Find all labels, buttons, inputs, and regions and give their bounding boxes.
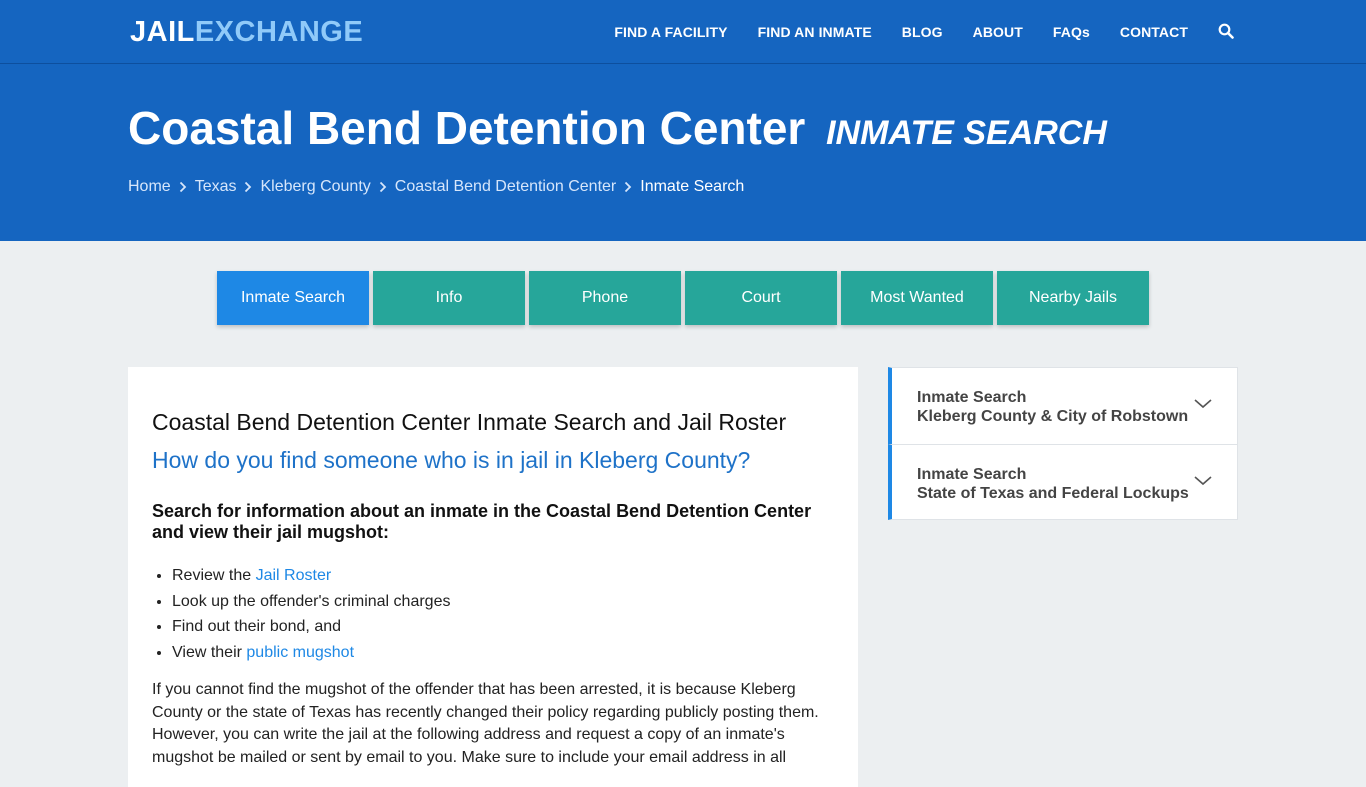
section-tabs: Inmate Search Info Phone Court Most Want… (217, 271, 1153, 325)
sidebar-item-kleberg[interactable]: Inmate Search Kleberg County & City of R… (888, 367, 1238, 444)
content-paragraph: If you cannot find the mugshot of the of… (152, 681, 819, 766)
nav-find-facility[interactable]: FIND A FACILITY (614, 24, 727, 40)
list-item: Find out their bond, and (172, 614, 834, 640)
list-item: View their public mugshot (172, 640, 834, 666)
logo-jail: JAIL (130, 16, 195, 48)
sidebar-item-texas-federal[interactable]: Inmate Search State of Texas and Federal… (888, 444, 1238, 520)
nav-contact[interactable]: CONTACT (1120, 24, 1188, 40)
page-hero: Coastal Bend Detention Center INMATE SEA… (0, 64, 1366, 241)
list-item: Review the Jail Roster (172, 563, 834, 589)
site-logo[interactable]: JAILEXCHANGE (130, 15, 363, 49)
main-nav: FIND A FACILITY FIND AN INMATE BLOG ABOU… (584, 0, 1236, 64)
chevron-right-icon (371, 179, 395, 195)
chevron-down-icon (1193, 397, 1213, 411)
top-navbar: JAILEXCHANGE FIND A FACILITY FIND AN INM… (0, 0, 1366, 64)
breadcrumb-home[interactable]: Home (128, 178, 171, 196)
public-mugshot-link[interactable]: public mugshot (246, 644, 354, 661)
content-subheading: Search for information about an inmate i… (152, 501, 812, 542)
nav-find-inmate[interactable]: FIND AN INMATE (758, 24, 872, 40)
sidebar-accordion: Inmate Search Kleberg County & City of R… (888, 367, 1238, 520)
breadcrumb-facility[interactable]: Coastal Bend Detention Center (395, 178, 616, 196)
list-item: Look up the offender's criminal charges (172, 589, 834, 615)
sidebar-item-subtitle: Kleberg County & City of Robstown (917, 408, 1189, 425)
breadcrumb-county[interactable]: Kleberg County (260, 178, 370, 196)
breadcrumb-texas[interactable]: Texas (195, 178, 237, 196)
tab-phone[interactable]: Phone (529, 271, 681, 325)
tab-court[interactable]: Court (685, 271, 837, 325)
tab-most-wanted[interactable]: Most Wanted (841, 271, 993, 325)
main-content-card: Coastal Bend Detention Center Inmate Sea… (128, 367, 858, 787)
page-title: Coastal Bend Detention Center INMATE SEA… (128, 102, 1107, 159)
nav-faqs[interactable]: FAQs (1053, 24, 1090, 40)
chevron-right-icon (236, 179, 260, 195)
sidebar-item-subtitle: State of Texas and Federal Lockups (917, 485, 1189, 502)
breadcrumb: Home Texas Kleberg County Coastal Bend D… (128, 178, 744, 196)
breadcrumb-current: Inmate Search (640, 178, 745, 195)
sidebar-item-title: Inmate Search (917, 466, 1027, 483)
list-item-text: Review the (172, 567, 256, 584)
sidebar-item-title: Inmate Search (917, 389, 1027, 406)
content-heading: Coastal Bend Detention Center Inmate Sea… (152, 409, 787, 435)
list-item-text: View their (172, 643, 247, 661)
content-question: How do you find someone who is in jail i… (152, 447, 751, 473)
nav-blog[interactable]: BLOG (902, 24, 943, 40)
chevron-right-icon (171, 179, 195, 195)
tab-info[interactable]: Info (373, 271, 525, 325)
page-title-subtitle: INMATE SEARCH (826, 114, 1107, 152)
chevron-down-icon (1193, 474, 1213, 488)
tab-inmate-search[interactable]: Inmate Search (217, 271, 369, 325)
jail-roster-link[interactable]: Jail Roster (256, 567, 332, 584)
page-title-main: Coastal Bend Detention Center (128, 102, 806, 154)
nav-about[interactable]: ABOUT (973, 24, 1023, 40)
logo-exchange: EXCHANGE (194, 16, 364, 48)
chevron-right-icon (616, 179, 640, 195)
search-icon[interactable] (1218, 23, 1236, 41)
info-list: Review the Jail Roster Look up the offen… (152, 563, 834, 665)
tab-nearby-jails[interactable]: Nearby Jails (997, 271, 1149, 325)
